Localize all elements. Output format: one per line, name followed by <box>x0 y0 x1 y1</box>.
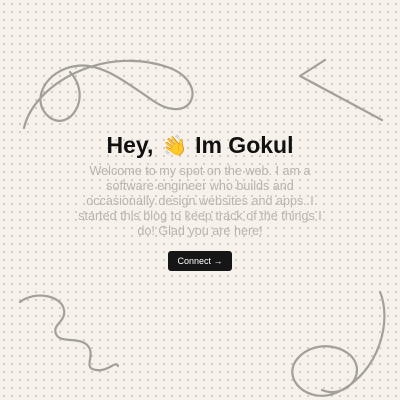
hero-section: Hey, 👋 Im Gokul Welcome to my spot on th… <box>0 128 400 271</box>
connect-button[interactable]: Connect → <box>168 251 232 271</box>
squiggle-doodle-bottom-left <box>18 294 120 372</box>
greeting-text: Hey, <box>106 132 154 158</box>
intro-paragraph: Welcome to my spot on the web. I am a so… <box>78 164 322 238</box>
zigzag-doodle-top-right <box>298 58 384 122</box>
connect-button-label: Connect <box>177 256 211 266</box>
waving-hand-icon: 👋 <box>159 131 190 161</box>
landing-page: { "hero": { "greeting": "Hey,", "wave_em… <box>0 0 400 400</box>
arrow-right-icon: → <box>213 256 223 266</box>
loop-doodle-top-left <box>22 59 194 130</box>
hero-heading: Hey, 👋 Im Gokul <box>0 128 400 162</box>
loop-doodle-bottom-right <box>291 290 386 397</box>
author-name: Im Gokul <box>195 132 294 158</box>
